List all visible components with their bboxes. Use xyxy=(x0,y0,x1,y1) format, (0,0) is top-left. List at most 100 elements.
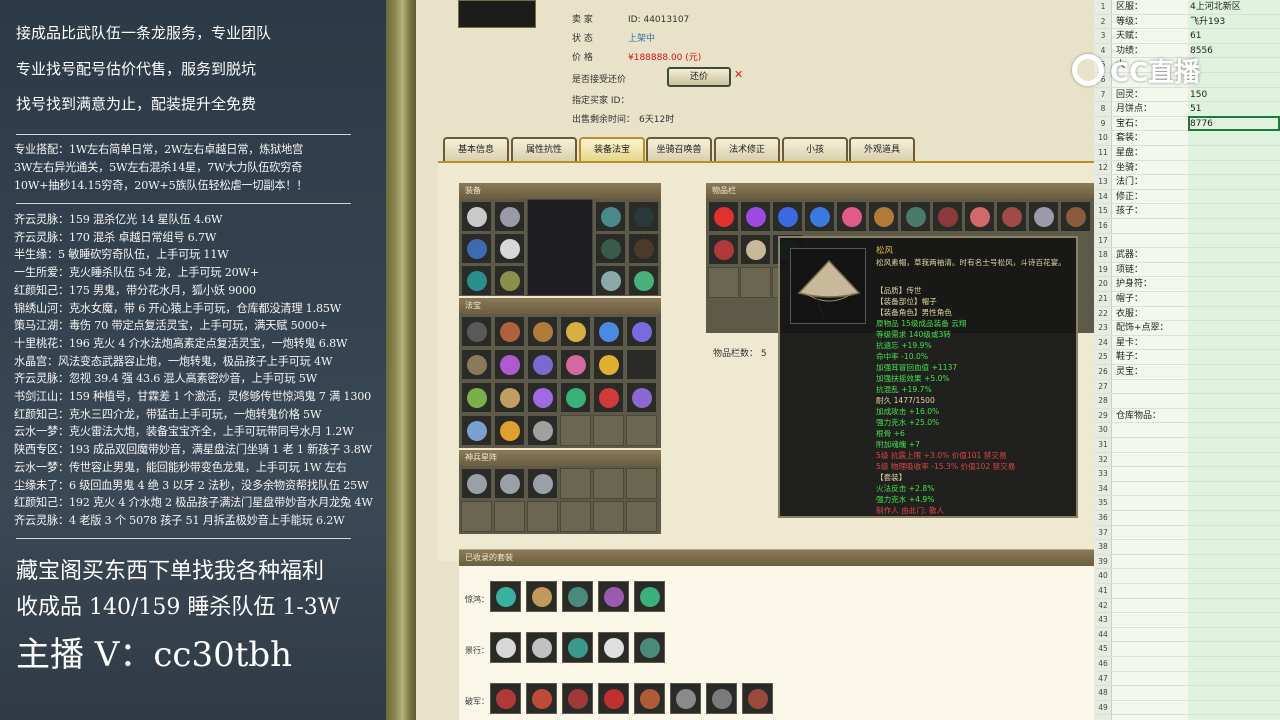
set-item-slot[interactable] xyxy=(526,581,557,612)
inventory-slot[interactable] xyxy=(1028,201,1059,232)
equip-slot[interactable] xyxy=(494,233,525,264)
set-item-slot[interactable] xyxy=(598,581,629,612)
cell-label[interactable]: 配饰+点翠： xyxy=(1116,321,1169,335)
equip-slot[interactable] xyxy=(461,265,492,296)
fabao-slot[interactable] xyxy=(461,316,492,347)
cell-value[interactable]: 4上河北新区 xyxy=(1190,0,1241,14)
fabao-slot[interactable] xyxy=(593,382,624,413)
fabao-slot[interactable] xyxy=(560,382,591,413)
set-item-slot[interactable] xyxy=(526,683,557,714)
set-item-slot[interactable] xyxy=(490,632,521,663)
fabao-slot[interactable] xyxy=(527,382,558,413)
set-item-slot[interactable] xyxy=(706,683,737,714)
shenbing-slot[interactable] xyxy=(494,468,525,499)
fabao-slot[interactable] xyxy=(494,349,525,380)
cell-value[interactable]: 飞升193 xyxy=(1190,15,1225,29)
shenbing-slot[interactable] xyxy=(461,468,492,499)
inventory-slot[interactable] xyxy=(772,201,803,232)
equip-slot[interactable] xyxy=(595,265,626,296)
tab-attributes[interactable]: 属性抗性 xyxy=(511,137,577,161)
set-item-slot[interactable] xyxy=(598,632,629,663)
set-item-slot[interactable] xyxy=(490,581,521,612)
inventory-slot[interactable] xyxy=(740,234,771,265)
equip-slot[interactable] xyxy=(628,201,659,232)
fabao-slot[interactable] xyxy=(626,316,657,347)
cell-label[interactable]: 护身符： xyxy=(1116,277,1152,291)
inventory-slot[interactable] xyxy=(740,201,771,232)
fabao-slot[interactable] xyxy=(461,349,492,380)
inventory-slot[interactable] xyxy=(708,234,739,265)
fabao-slot[interactable] xyxy=(560,349,591,380)
set-item-slot[interactable] xyxy=(634,632,665,663)
inventory-slot[interactable] xyxy=(708,201,739,232)
fabao-slot[interactable] xyxy=(593,316,624,347)
cell-label[interactable]: 鞋子： xyxy=(1116,350,1143,364)
inventory-slot[interactable] xyxy=(836,201,867,232)
fabao-slot[interactable] xyxy=(494,316,525,347)
equip-slot[interactable] xyxy=(494,265,525,296)
cell-label[interactable]: 仓库物品： xyxy=(1116,409,1161,423)
inventory-slot[interactable] xyxy=(1060,201,1091,232)
equip-slot[interactable] xyxy=(461,233,492,264)
cell-label[interactable]: 孩子： xyxy=(1116,204,1143,218)
counter-offer-button[interactable]: 还价 xyxy=(667,67,731,87)
tab-equipment[interactable]: 装备法宝 xyxy=(579,137,645,161)
inventory-slot[interactable] xyxy=(964,201,995,232)
shenbing-slot[interactable] xyxy=(527,468,558,499)
cell-label[interactable]: 坐骑： xyxy=(1116,161,1143,175)
inventory-slot[interactable] xyxy=(804,201,835,232)
fabao-slot[interactable] xyxy=(527,316,558,347)
set-item-slot[interactable] xyxy=(598,683,629,714)
set-item-slot[interactable] xyxy=(526,632,557,663)
fabao-slot[interactable] xyxy=(560,316,591,347)
fabao-slot[interactable] xyxy=(494,415,525,446)
cell-label[interactable]: 星卡： xyxy=(1116,336,1143,350)
cell-label[interactable]: 套装： xyxy=(1116,131,1143,145)
cell-label[interactable]: 等级： xyxy=(1116,15,1143,29)
set-item-slot[interactable] xyxy=(634,683,665,714)
set-item-slot[interactable] xyxy=(562,581,593,612)
set-item-slot[interactable] xyxy=(670,683,701,714)
equip-slot[interactable] xyxy=(595,201,626,232)
tab-basic-info[interactable]: 基本信息 xyxy=(443,137,509,161)
inventory-slot[interactable] xyxy=(868,201,899,232)
cell-label[interactable]: 修正： xyxy=(1116,190,1143,204)
fabao-slot[interactable] xyxy=(626,382,657,413)
cell-label[interactable]: 区服： xyxy=(1116,0,1143,14)
set-item-slot[interactable] xyxy=(634,581,665,612)
set-item-slot[interactable] xyxy=(562,632,593,663)
tab-child[interactable]: 小孩 xyxy=(782,137,848,161)
inventory-slot[interactable] xyxy=(932,201,963,232)
fabao-slot[interactable] xyxy=(593,349,624,380)
tab-mounts-pets[interactable]: 坐骑召唤兽 xyxy=(646,137,712,161)
active-cell[interactable] xyxy=(1188,116,1280,131)
fabao-slot[interactable] xyxy=(494,382,525,413)
cell-label[interactable]: 宝石： xyxy=(1116,117,1143,131)
set-item-slot[interactable] xyxy=(490,683,521,714)
cell-value[interactable]: 51 xyxy=(1190,102,1201,116)
cell-label[interactable]: 灵宝： xyxy=(1116,365,1143,379)
cell-value[interactable]: 61 xyxy=(1190,29,1201,43)
set-item-slot[interactable] xyxy=(742,683,773,714)
cell-label[interactable]: 帽子： xyxy=(1116,292,1143,306)
inventory-slot[interactable] xyxy=(996,201,1027,232)
equip-slot[interactable] xyxy=(461,201,492,232)
fabao-slot[interactable] xyxy=(461,415,492,446)
fabao-slot[interactable] xyxy=(626,349,657,380)
fabao-slot[interactable] xyxy=(527,349,558,380)
equip-slot[interactable] xyxy=(595,233,626,264)
tab-spell-modifiers[interactable]: 法术修正 xyxy=(714,137,780,161)
equip-slot[interactable] xyxy=(494,201,525,232)
cell-label[interactable]: 衣服： xyxy=(1116,307,1143,321)
fabao-slot[interactable] xyxy=(461,382,492,413)
equip-slot[interactable] xyxy=(628,265,659,296)
cell-label[interactable]: 星盘： xyxy=(1116,146,1143,160)
inventory-slot[interactable] xyxy=(900,201,931,232)
cell-label[interactable]: 项链： xyxy=(1116,263,1143,277)
equip-slot[interactable] xyxy=(628,233,659,264)
cell-label[interactable]: 月饼点： xyxy=(1116,102,1152,116)
close-icon[interactable]: ✕ xyxy=(734,68,743,81)
tab-appearance[interactable]: 外观道具 xyxy=(849,137,915,161)
cell-label[interactable]: 法门： xyxy=(1116,175,1143,189)
cell-label[interactable]: 武器： xyxy=(1116,248,1143,262)
